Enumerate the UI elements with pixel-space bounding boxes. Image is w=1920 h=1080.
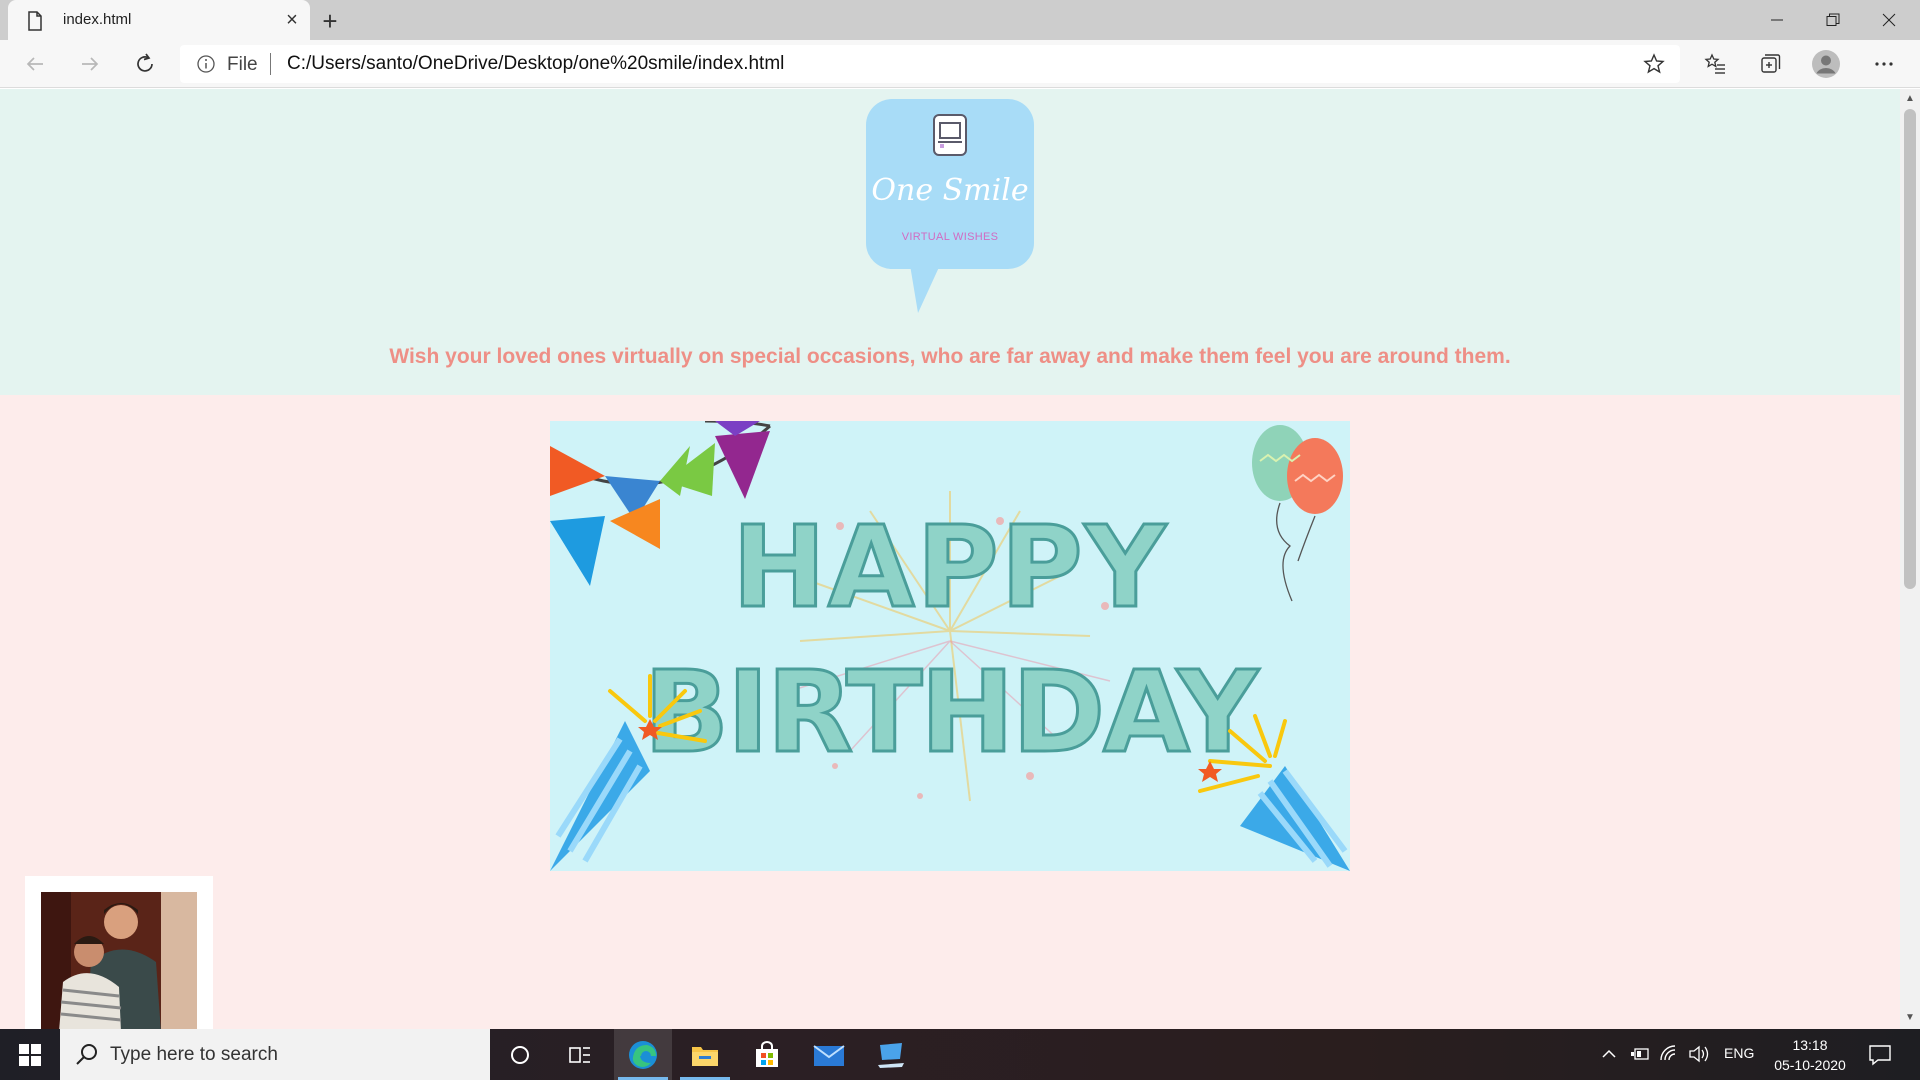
favorites-button[interactable] [1697,46,1733,82]
scroll-down-arrow-icon[interactable]: ▼ [1905,1012,1915,1023]
bunting-flag-red [550,446,605,496]
logo-title: One Smile [871,173,1029,208]
scrollbar-thumb[interactable] [1904,109,1916,589]
info-icon[interactable] [196,54,216,74]
logo-bubble-tail [910,265,940,313]
browser-toolbar: File C:/Users/santo/OneDrive/Desktop/one… [0,40,1920,88]
battery-icon[interactable] [1630,1045,1650,1063]
refresh-button[interactable] [127,46,163,82]
photo-illustration [41,892,197,1029]
mail-icon [813,1044,845,1066]
start-button[interactable] [0,1029,60,1080]
address-url[interactable]: C:/Users/santo/OneDrive/Desktop/one%20sm… [287,53,784,75]
task-view-icon [569,1046,590,1063]
mail-button[interactable] [800,1029,858,1080]
bunting-flag-purple [715,431,770,499]
edge-taskbar-button[interactable] [614,1029,672,1080]
windows-logo-icon [19,1043,41,1066]
logo-subtitle: VIRTUAL WISHES [901,231,999,243]
favorites-list-icon [1704,53,1725,74]
collections-icon [1761,54,1781,73]
file-explorer-button[interactable] [676,1029,734,1080]
language-indicator[interactable]: ENG [1724,1045,1754,1061]
back-button[interactable] [17,46,53,82]
restore-icon [1826,13,1840,26]
more-menu-button[interactable] [1866,46,1902,82]
document-icon [28,11,42,31]
store-button[interactable] [738,1029,796,1080]
taskbar-search-box[interactable]: Type here to search [60,1029,490,1080]
cortana-button[interactable] [491,1029,549,1080]
taskbar: Type here to search ENG 13:18 05-10-2020 [0,1029,1920,1080]
vertical-scrollbar[interactable]: ▲ ▼ [1900,89,1920,1029]
avatar-icon [1812,50,1840,78]
birthday-banner-image: HAPPY BIRTHDAY [550,421,1350,871]
cortana-circle-icon [511,1045,529,1064]
minimize-icon [1771,19,1783,21]
more-icon [1875,62,1893,66]
arrow-left-icon [26,57,43,71]
profile-button[interactable] [1808,46,1844,82]
computer-icon [878,1042,904,1068]
tab-strip: index.html × + [0,0,1920,40]
close-window-button[interactable] [1861,0,1917,40]
task-view-button[interactable] [551,1029,609,1080]
content-section: HAPPY BIRTHDAY [0,395,1900,1029]
banner-happy: HAPPY [732,503,1168,633]
restore-button[interactable] [1805,0,1861,40]
minimize-button[interactable] [1749,0,1805,40]
laptop-icon [933,114,967,156]
bunting-flag-blue [550,516,605,586]
tab-close-icon[interactable]: × [280,8,304,32]
close-icon [1882,13,1896,27]
chevron-up-icon[interactable] [1601,1046,1617,1062]
edge-icon [629,1040,657,1069]
notification-icon [1869,1044,1891,1065]
store-bag-icon [756,1040,778,1067]
refresh-icon [137,53,153,72]
couple-photo [41,892,197,1029]
folder-icon [692,1046,718,1066]
address-bar[interactable]: File C:/Users/santo/OneDrive/Desktop/one… [180,45,1680,83]
clock-date: 05-10-2020 [1774,1057,1846,1073]
tagline: Wish your loved ones virtually on specia… [389,345,1511,368]
banner-birthday: BIRTHDAY [644,648,1260,778]
hero-section: One Smile VIRTUAL WISHES Wish your loved… [0,89,1900,395]
photo-card[interactable] [25,876,213,1029]
web-page: One Smile VIRTUAL WISHES Wish your loved… [0,89,1900,1029]
volume-icon[interactable] [1688,1044,1710,1064]
action-center-button[interactable] [1850,1029,1910,1080]
browser-tab[interactable]: index.html × [8,0,310,40]
birthday-illustration: HAPPY BIRTHDAY [550,421,1350,871]
address-scheme: File [227,54,258,75]
clock-time: 13:18 [1792,1037,1828,1053]
remote-desktop-button[interactable] [862,1029,920,1080]
tab-title: index.html [63,11,132,28]
clock[interactable]: 13:18 05-10-2020 [1768,1035,1852,1075]
scroll-up-arrow-icon[interactable]: ▲ [1905,93,1915,104]
star-icon[interactable] [1642,52,1666,76]
arrow-right-icon [82,57,99,71]
new-tab-button[interactable]: + [315,6,345,36]
search-icon [76,1044,97,1065]
one-smile-logo[interactable]: One Smile VIRTUAL WISHES [866,99,1034,329]
search-placeholder: Type here to search [110,1044,278,1065]
wifi-icon[interactable] [1658,1043,1678,1063]
collections-button[interactable] [1752,46,1788,82]
address-divider [270,53,271,75]
forward-button[interactable] [72,46,108,82]
